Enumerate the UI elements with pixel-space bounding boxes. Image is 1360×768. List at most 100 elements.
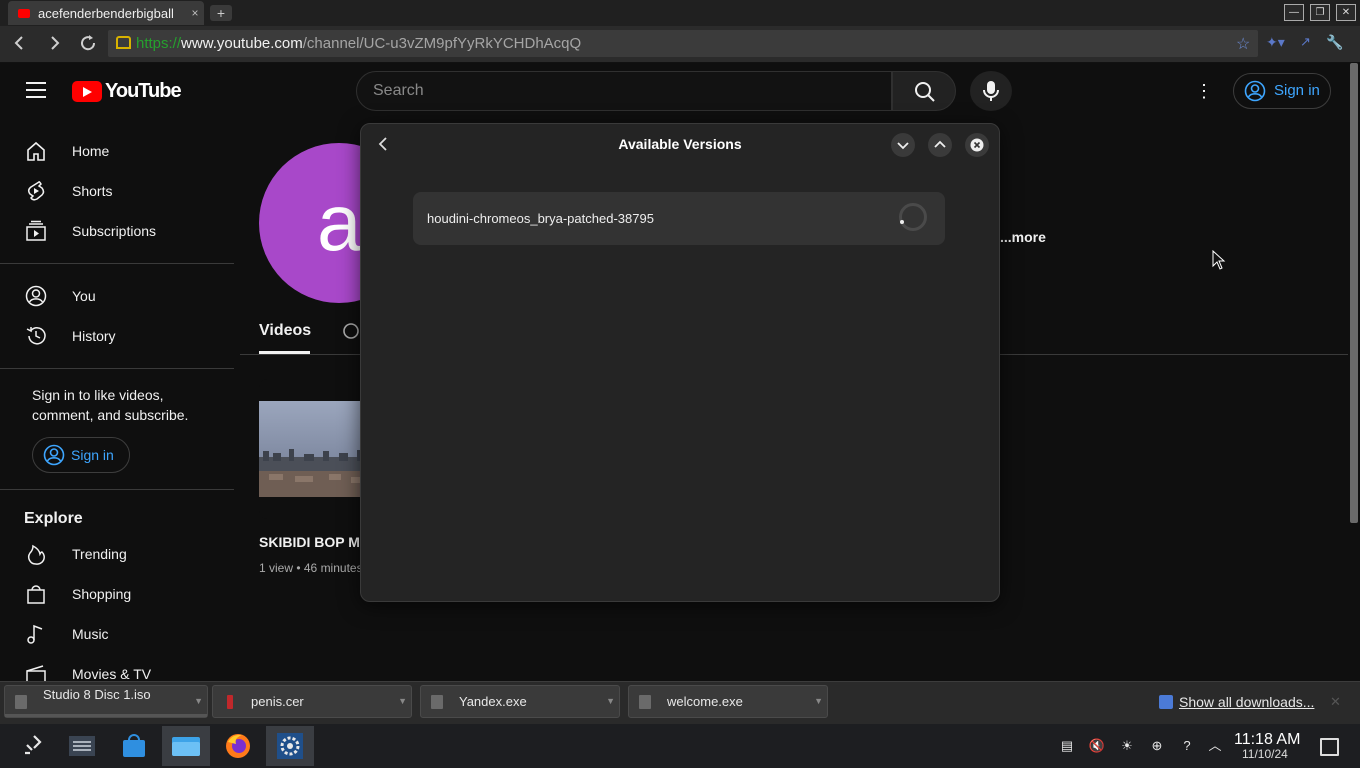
- clipboard-icon[interactable]: ▤: [1058, 737, 1076, 755]
- address-bar[interactable]: https://www.youtube.com/channel/UC-u3vZM…: [108, 30, 1258, 57]
- network-icon[interactable]: ⊕: [1148, 737, 1166, 755]
- loading-spinner-icon: [899, 203, 927, 231]
- dialog-collapse-button[interactable]: [891, 133, 915, 157]
- back-arrow-icon[interactable]: [8, 31, 32, 55]
- video-title[interactable]: SKIBIDI BOP MM: [259, 534, 372, 550]
- sidebar-divider: [0, 263, 234, 264]
- firefox-icon: [226, 734, 250, 758]
- shelf-close-icon[interactable]: ✕: [1330, 694, 1341, 710]
- folder-icon: [172, 737, 200, 756]
- bookmark-star-icon[interactable]: ☆: [1236, 34, 1250, 54]
- page-scrollbar[interactable]: [1350, 63, 1358, 523]
- youtube-logo-text: YouTube: [105, 80, 182, 102]
- more-link[interactable]: ...more: [1000, 229, 1046, 245]
- chevron-down-icon[interactable]: ▼: [398, 696, 407, 706]
- chevron-down-icon[interactable]: ▼: [814, 696, 823, 706]
- sidebar-item-shorts[interactable]: Shorts: [24, 171, 234, 211]
- download-filename: Yandex.exe: [459, 694, 527, 709]
- launcher-icon: [25, 735, 42, 755]
- chevron-down-icon[interactable]: ▼: [194, 696, 203, 706]
- history-icon: [24, 324, 48, 348]
- forward-arrow-icon[interactable]: [42, 31, 66, 55]
- mouse-cursor-icon: [1212, 249, 1226, 275]
- sidebar-divider: [0, 489, 234, 490]
- sidebar-sign-in-button[interactable]: Sign in: [32, 437, 130, 473]
- dialog-expand-button[interactable]: [928, 133, 952, 157]
- brightness-icon[interactable]: ☀: [1118, 737, 1136, 755]
- executable-icon: [431, 695, 443, 709]
- home-icon: [24, 139, 48, 163]
- sidebar-item-label: Home: [72, 143, 110, 159]
- sidebar-item-label: Subscriptions: [72, 223, 157, 239]
- close-window-button[interactable]: ✕: [1336, 4, 1356, 21]
- header-sign-in-button[interactable]: Sign in: [1233, 73, 1331, 109]
- extension-puzzle-icon[interactable]: ✦▾: [1266, 34, 1285, 51]
- extension-arrow-icon[interactable]: ↗: [1300, 34, 1311, 50]
- lock-icon: [116, 36, 131, 49]
- dialog-close-button[interactable]: [965, 133, 989, 157]
- sidebar-item-label: You: [72, 288, 96, 304]
- menu-hamburger-icon[interactable]: [26, 82, 46, 98]
- show-desktop-icon[interactable]: [1320, 738, 1339, 756]
- restore-button[interactable]: ❐: [1310, 4, 1330, 21]
- search-input[interactable]: Search: [356, 71, 892, 111]
- sidebar-item-label: History: [72, 328, 116, 344]
- show-all-downloads-label: Show all downloads...: [1179, 694, 1315, 710]
- search-button[interactable]: [892, 71, 956, 111]
- dialog-back-icon[interactable]: [374, 134, 394, 154]
- tab-videos[interactable]: Videos: [259, 322, 311, 340]
- music-icon: [24, 622, 48, 646]
- task-settings[interactable]: [58, 726, 106, 766]
- voice-search-button[interactable]: [970, 71, 1012, 111]
- store-bag-icon: [123, 734, 145, 757]
- version-name: houdini-chromeos_brya-patched-38795: [427, 211, 654, 226]
- tray-expand-icon[interactable]: ︿: [1206, 737, 1224, 755]
- sidebar-item-trending[interactable]: Trending: [24, 534, 234, 574]
- download-item[interactable]: penis.cer ▼: [212, 685, 412, 718]
- task-firefox[interactable]: [214, 726, 262, 766]
- browser-tab[interactable]: acefenderbenderbigball ×: [8, 1, 204, 25]
- task-active-app[interactable]: [266, 726, 314, 766]
- volume-muted-icon[interactable]: 🔇: [1088, 737, 1106, 755]
- help-icon[interactable]: ?: [1178, 737, 1196, 755]
- sidebar-item-subscriptions[interactable]: Subscriptions: [24, 211, 234, 251]
- youtube-play-icon: [72, 81, 102, 102]
- sidebar-item-shopping[interactable]: Shopping: [24, 574, 234, 614]
- file-icon: [15, 695, 27, 709]
- show-all-downloads-link[interactable]: Show all downloads...: [1159, 694, 1314, 710]
- wrench-menu-icon[interactable]: 🔧: [1326, 34, 1343, 51]
- youtube-logo[interactable]: YouTube: [72, 80, 182, 103]
- sidebar-item-history[interactable]: History: [24, 316, 234, 356]
- minimize-button[interactable]: —: [1284, 4, 1304, 21]
- tab-close-icon[interactable]: ×: [186, 6, 204, 20]
- sidebar-item-music[interactable]: Music: [24, 614, 234, 654]
- sidebar-item-home[interactable]: Home: [24, 131, 234, 171]
- download-item[interactable]: welcome.exe ▼: [628, 685, 828, 718]
- loading-spinner-dot: [900, 220, 904, 224]
- download-filename: penis.cer: [251, 694, 304, 709]
- settings-kebab-icon[interactable]: ⋮: [1194, 80, 1214, 102]
- sign-in-prompt-text: Sign in to like videos, comment, and sub…: [32, 387, 189, 423]
- shorts-icon: [24, 179, 48, 203]
- download-item[interactable]: Yandex.exe ▼: [420, 685, 620, 718]
- download-item[interactable]: Studio 8 Disc 1.iso ▼: [4, 685, 208, 718]
- chevron-down-icon[interactable]: ▼: [606, 696, 615, 706]
- app-launcher-button[interactable]: [10, 726, 58, 766]
- executable-icon: [639, 695, 651, 709]
- subscriptions-icon: [24, 219, 48, 243]
- download-progress-bar: [5, 714, 207, 717]
- clock-date[interactable]: 11/10/24: [1242, 747, 1288, 761]
- account-icon: [1244, 80, 1266, 102]
- chevron-up-icon: [934, 140, 946, 148]
- reload-icon[interactable]: [76, 31, 100, 55]
- channel-search-icon[interactable]: [342, 322, 362, 347]
- task-store[interactable]: [110, 726, 158, 766]
- tab-strip: [0, 0, 1360, 26]
- sidebar-item-label: Music: [72, 626, 109, 642]
- close-icon: [970, 138, 984, 152]
- sidebar-item-you[interactable]: You: [24, 276, 234, 316]
- task-file-manager[interactable]: [162, 726, 210, 766]
- explore-heading: Explore: [24, 510, 83, 527]
- account-icon: [43, 444, 65, 466]
- new-tab-button[interactable]: +: [210, 5, 232, 21]
